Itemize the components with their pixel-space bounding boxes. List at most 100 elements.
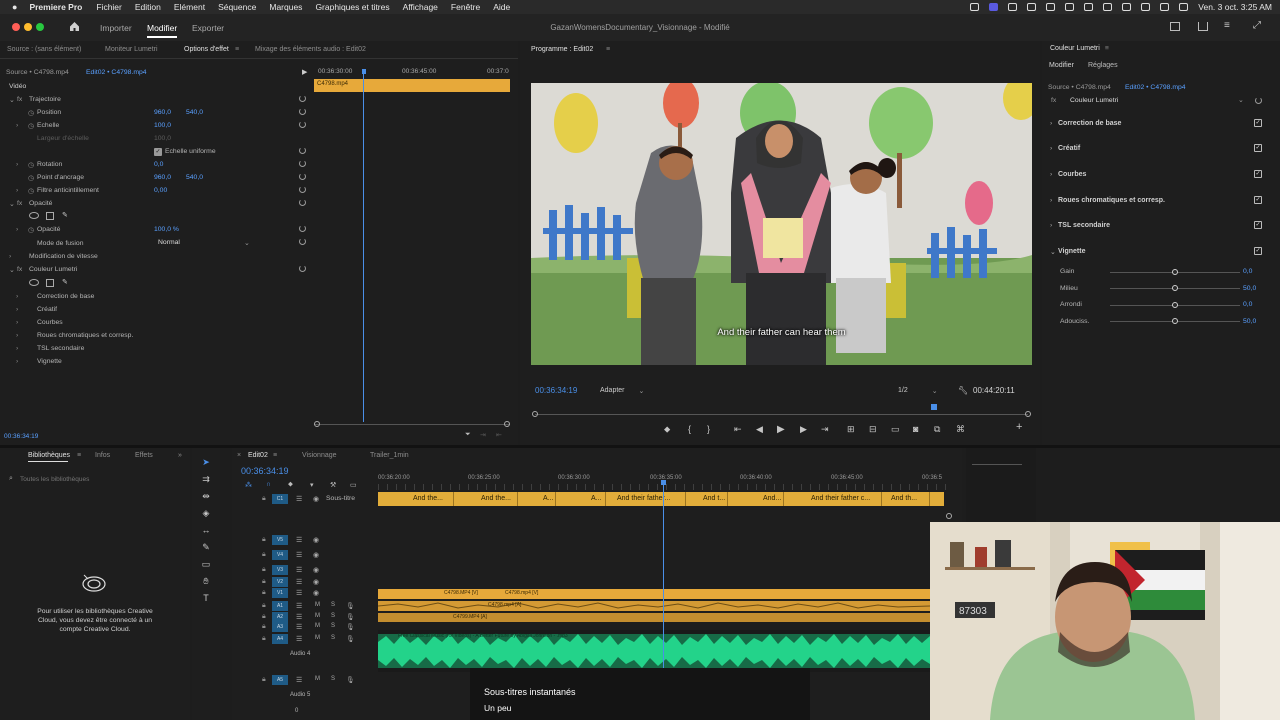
tab-menu-icon[interactable]: ≡ (77, 452, 81, 459)
lumetri-tab-reglages[interactable]: Réglages (1088, 62, 1118, 69)
anchor-y-value[interactable]: 540,0 (186, 174, 203, 181)
track-label[interactable]: A3 (272, 622, 288, 632)
subtitle-clip[interactable]: And their father c... (808, 492, 882, 506)
battery-icon[interactable] (1065, 3, 1075, 11)
tab-menu-icon[interactable]: ≡ (606, 46, 610, 53)
track-output-icon[interactable]: ☰ (296, 602, 302, 610)
tab-menu-icon[interactable]: ≡ (1105, 45, 1109, 52)
chevron-down-icon[interactable]: ⌄ (9, 266, 15, 274)
subtitle-clip[interactable]: A... (588, 492, 606, 506)
eye-icon[interactable]: ◉ (313, 551, 319, 559)
microphone-icon[interactable]: 🎙︎ (346, 613, 355, 621)
uniform-scale-checkbox[interactable]: ✓ (154, 148, 162, 156)
track-output-icon[interactable]: ☰ (296, 613, 302, 621)
lock-icon[interactable]: 🔒︎ (262, 578, 266, 586)
mark-in-icon[interactable]: { (688, 424, 691, 434)
source-label[interactable]: Source • C4798.mp4 (6, 69, 69, 76)
captions-icon[interactable]: ▭ (350, 481, 356, 489)
panel-menu-icon[interactable]: ≡ (1224, 20, 1230, 31)
selection-tool-icon[interactable]: ➤ (201, 458, 211, 467)
ripple-edit-tool-icon[interactable]: ⇹ (201, 492, 211, 501)
lumetri-section-roues[interactable]: Roues chromatiques et corresp. (1058, 197, 1165, 204)
chevron-right-icon[interactable]: › (16, 293, 18, 300)
add-button-icon[interactable]: + (1016, 421, 1022, 433)
track-label[interactable]: A2 (272, 612, 288, 622)
wrench-icon[interactable]: ⚒︎ (330, 481, 336, 489)
reset-icon[interactable] (299, 173, 306, 180)
chevron-right-icon[interactable]: › (16, 122, 18, 129)
hand-tool-icon[interactable]: ✋︎ (201, 577, 211, 586)
close-icon[interactable]: × (237, 452, 241, 459)
step-back-icon[interactable]: ◀ (756, 424, 763, 435)
play-icon[interactable]: ▶ (777, 424, 785, 435)
lumetri-item-base[interactable]: Correction de base (37, 293, 94, 300)
pen-mask-icon[interactable]: ✎ (62, 211, 68, 219)
track-label[interactable]: V3 (272, 565, 288, 575)
echelle-value[interactable]: 100,0 (154, 122, 171, 129)
mute-button[interactable]: M (315, 635, 320, 641)
menu-app-name[interactable]: Premiere Pro (29, 2, 82, 12)
comparison-icon[interactable]: ⧉ (934, 424, 940, 435)
audio-clip-a1[interactable] (377, 601, 931, 611)
lumetri-item-courbes[interactable]: Courbes (37, 319, 63, 326)
track-label[interactable]: V2 (272, 577, 288, 587)
vignette-value[interactable]: 0,0 (1243, 268, 1252, 275)
track-label[interactable]: V4 (272, 550, 288, 560)
tab-infos[interactable]: Infos (95, 452, 110, 459)
razor-tool-icon[interactable]: ◈ (201, 509, 211, 518)
import-icon[interactable]: ⇤ (496, 431, 502, 439)
siri-icon[interactable] (1179, 3, 1189, 11)
reset-icon[interactable] (299, 186, 306, 193)
safe-margins-icon[interactable]: ▭ (891, 424, 900, 435)
eye-icon[interactable]: ◉ (313, 589, 319, 597)
mute-button[interactable]: M (315, 676, 320, 682)
lock-icon[interactable]: 🔒︎ (262, 589, 266, 597)
menu-edition[interactable]: Edition (135, 2, 161, 12)
effect-lumetri[interactable]: Couleur Lumetri (29, 266, 77, 273)
tab-effect-options[interactable]: Options d'effet (184, 46, 229, 53)
lumetri-section-vignette[interactable]: Vignette (1058, 248, 1086, 255)
track-select-tool-icon[interactable]: ⇉ (201, 475, 211, 484)
position-x-value[interactable]: 960,0 (154, 109, 171, 116)
lumetri-section-creatif[interactable]: Créatif (1058, 145, 1080, 152)
tab-source[interactable]: Source : (sans élément) (7, 46, 81, 53)
program-playhead[interactable] (931, 404, 938, 410)
opacity-value[interactable]: 100,0 % (154, 226, 179, 233)
effect-timecode[interactable]: 00:36:34:19 (4, 433, 38, 440)
lumetri-creatif-checkbox[interactable]: ✓ (1254, 144, 1262, 152)
track-output-icon[interactable]: ☰ (296, 551, 302, 559)
lumetri-roues-checkbox[interactable]: ✓ (1254, 196, 1262, 204)
track-label[interactable]: A5 (272, 675, 288, 685)
go-to-out-icon[interactable]: ⇥ (821, 424, 829, 435)
anchor-x-value[interactable]: 960,0 (154, 174, 171, 181)
screen-record-icon[interactable] (989, 3, 999, 11)
lumetri-item-vignette[interactable]: Vignette (37, 358, 62, 365)
tab-menu-icon[interactable]: ≡ (235, 46, 239, 53)
zoom-handle[interactable] (314, 421, 320, 427)
mini-timeline-clip[interactable]: C4798.mp4 (314, 79, 510, 92)
reset-icon[interactable] (299, 160, 306, 167)
stopwatch-icon[interactable]: ◷ (28, 161, 34, 169)
reset-icon[interactable] (299, 108, 306, 115)
ellipse-mask-icon[interactable] (29, 212, 39, 219)
lumetri-section-courbes[interactable]: Courbes (1058, 171, 1086, 178)
fx-icon[interactable]: fx (17, 96, 22, 103)
search-icon[interactable] (1141, 3, 1151, 11)
vignette-value[interactable]: 50,0 (1243, 318, 1256, 325)
lumetri-item-roues[interactable]: Roues chromatiques et corresp. (37, 332, 133, 339)
wrench-icon[interactable]: 🔧︎ (958, 386, 968, 395)
menu-aide[interactable]: Aide (493, 2, 510, 12)
stopwatch-icon[interactable]: ◷ (28, 187, 34, 195)
track-label[interactable]: A1 (272, 601, 288, 611)
tab-menu-icon[interactable]: ≡ (273, 452, 277, 459)
vignette-slider-knob[interactable] (1172, 268, 1178, 275)
solo-button[interactable]: S (331, 613, 335, 619)
lock-icon[interactable]: 🔒︎ (262, 635, 266, 643)
share-icon[interactable] (1198, 22, 1208, 31)
eye-icon[interactable]: ◉ (313, 495, 319, 503)
lift-icon[interactable]: ⊞ (847, 424, 855, 435)
chevron-right-icon[interactable]: › (1050, 222, 1052, 229)
eye-icon[interactable]: ◉ (313, 578, 319, 586)
chevron-down-icon[interactable]: ⌄ (9, 200, 15, 208)
menu-sequence[interactable]: Séquence (218, 2, 256, 12)
